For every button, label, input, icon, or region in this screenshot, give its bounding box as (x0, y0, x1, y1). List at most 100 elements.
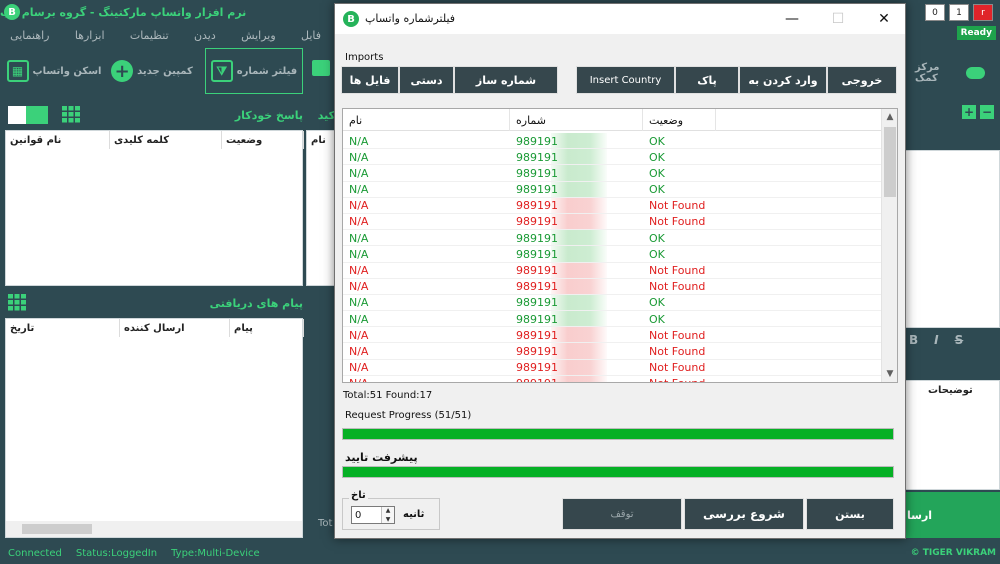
col-rule-name[interactable]: نام قوانین (6, 131, 110, 149)
description-table: توضیحات (905, 380, 1000, 490)
row-number: 989191 (510, 376, 643, 382)
close-button[interactable]: بستن (806, 498, 894, 530)
row-status: OK (649, 247, 665, 261)
row-name: N/A (343, 376, 510, 382)
list-header: نام شماره وضعیت (343, 109, 883, 131)
row-name: N/A (349, 247, 369, 261)
table-row[interactable]: N/A989191Not Found (343, 197, 883, 214)
number-generator-button[interactable]: شماره ساز (454, 66, 558, 94)
italic-button[interactable]: I (934, 333, 938, 347)
col-sender[interactable]: ارسال کننده (120, 319, 230, 337)
grid-icon[interactable] (62, 106, 80, 124)
col-keyword[interactable]: کلمه کلیدی (110, 131, 222, 149)
ready-badge: Ready (956, 26, 996, 40)
col-description[interactable]: توضیحات (924, 381, 1000, 399)
table-row[interactable]: N/A989191Not Found (343, 343, 883, 360)
col-date[interactable]: تاریخ (6, 319, 120, 337)
bold-button[interactable]: B (909, 333, 918, 347)
minus-icon[interactable]: − (980, 105, 994, 119)
table-row[interactable]: N/A 989191 OK (343, 230, 883, 247)
side-table: نام (306, 130, 335, 286)
numbers-list[interactable]: نام شماره وضعیت N/A 989191 OK N/A 989191 OK N/… (342, 108, 898, 383)
col-status[interactable]: وضعیت (643, 109, 716, 131)
row-name: N/A (349, 280, 369, 294)
table-row[interactable]: N/A 989191 OK (343, 181, 883, 198)
counter-1: 1 (949, 4, 969, 21)
request-progress-label: Request Progress (51/51) (345, 410, 472, 421)
table-row[interactable]: N/A 989191 OK (343, 133, 883, 150)
strike-button[interactable]: S (955, 333, 964, 347)
scroll-down-icon[interactable]: ▼ (882, 366, 897, 382)
horizontal-scrollbar[interactable] (6, 521, 302, 537)
col-message[interactable]: پیام (230, 319, 304, 337)
table-row[interactable]: N/A989191Not Found (343, 327, 883, 344)
stepper-down-icon[interactable]: ▼ (386, 516, 391, 523)
row-status: Not Found (649, 215, 706, 229)
minimize-button[interactable]: — (769, 4, 815, 34)
table-row[interactable]: N/A 989191 OK (343, 311, 883, 328)
row-name: N/A (349, 166, 369, 180)
message-editor[interactable] (905, 150, 1000, 328)
stop-button[interactable]: توقف (562, 498, 682, 530)
scroll-thumb[interactable] (884, 127, 896, 197)
menu-edit[interactable]: ویرایش (241, 29, 276, 42)
row-name: N/A (349, 215, 369, 229)
vertical-scrollbar[interactable]: ▲ ▼ (881, 109, 897, 382)
row-status: OK (649, 183, 665, 197)
row-number: 989191 (516, 328, 558, 342)
send-button[interactable]: ارسا (905, 492, 1000, 538)
grid-icon[interactable] (8, 294, 26, 312)
delay-group: تاخ 0 ▲ ▼ ثانیه (342, 490, 440, 530)
filter-number-button[interactable]: ⧩ فیلتر شماره (205, 48, 303, 94)
col-name[interactable]: نام (343, 109, 510, 131)
filter-icon: ⧩ (210, 60, 233, 82)
scan-whatsapp-button[interactable]: ▦ اسکن واتساپ (6, 48, 102, 94)
autoreply-toggle[interactable] (8, 106, 48, 124)
table-row[interactable]: N/A 989191 OK (343, 294, 883, 312)
col-number[interactable]: شماره (510, 109, 643, 131)
row-name: N/A (349, 328, 369, 342)
close-icon[interactable]: ✕ (861, 4, 907, 34)
row-name: N/A (349, 361, 369, 375)
import-to-button[interactable]: وارد کردن به (739, 66, 827, 94)
delay-value[interactable]: 0 (355, 510, 361, 521)
right-side-area: 0 1 r Ready مرکز کمک + − B I S توضیحات ا… (905, 0, 1000, 564)
row-status: Not Found (643, 376, 716, 382)
table-row[interactable]: N/A 989191 OK (343, 246, 883, 263)
row-status: OK (649, 231, 665, 245)
add-icon[interactable]: + (962, 105, 976, 119)
table-row[interactable]: N/A989191Not Found (343, 262, 883, 279)
col-status[interactable]: وضعیت (222, 131, 304, 149)
table-row[interactable]: N/A989191Not Found (343, 359, 883, 376)
table-row[interactable]: N/A 989191 OK (343, 149, 883, 166)
autoreply-table: نام قوانین کلمه کلیدی وضعیت (5, 130, 304, 286)
menu-help[interactable]: راهنمایی (10, 29, 49, 42)
help-center-button[interactable]: مرکز کمک (915, 60, 985, 86)
row-number: 989191 (516, 280, 558, 294)
manual-button[interactable]: دستی (399, 66, 454, 94)
table-row[interactable]: N/A 989191 OK (343, 165, 883, 182)
chat-icon[interactable] (312, 60, 330, 76)
menu-tools[interactable]: ابزارها (75, 29, 105, 42)
start-check-button[interactable]: شروع بررسی (684, 498, 804, 530)
table-row[interactable]: N/A989191Not Found (343, 375, 883, 382)
insert-country-button[interactable]: Insert Country (576, 66, 675, 94)
maximize-button[interactable]: ☐ (815, 4, 861, 34)
scroll-up-icon[interactable]: ▲ (882, 109, 897, 125)
table-row[interactable]: N/A989191Not Found (343, 278, 883, 295)
menu-view[interactable]: دیدن (194, 29, 216, 42)
menu-settings[interactable]: تنظیمات (130, 29, 169, 42)
autoreply-title: پاسخ خودکار (234, 108, 303, 122)
row-name: N/A (349, 183, 369, 197)
export-button[interactable]: خروجی (827, 66, 897, 94)
new-campaign-button[interactable]: + کمپین جدید (110, 48, 194, 94)
menu-file[interactable]: فایل (301, 29, 321, 42)
stepper-up-icon[interactable]: ▲ (386, 507, 391, 514)
files-button[interactable]: فایل ها (341, 66, 399, 94)
row-number: 989191 (516, 344, 558, 358)
table-row[interactable]: N/A989191Not Found (343, 213, 883, 231)
list-rows: N/A 989191 OK N/A 989191 OK N/A 989191 OK N/A 9891… (343, 133, 883, 382)
row-status: Not Found (649, 264, 706, 277)
clear-button[interactable]: پاک (675, 66, 739, 94)
delay-seconds-stepper[interactable]: 0 ▲ ▼ (351, 506, 395, 524)
